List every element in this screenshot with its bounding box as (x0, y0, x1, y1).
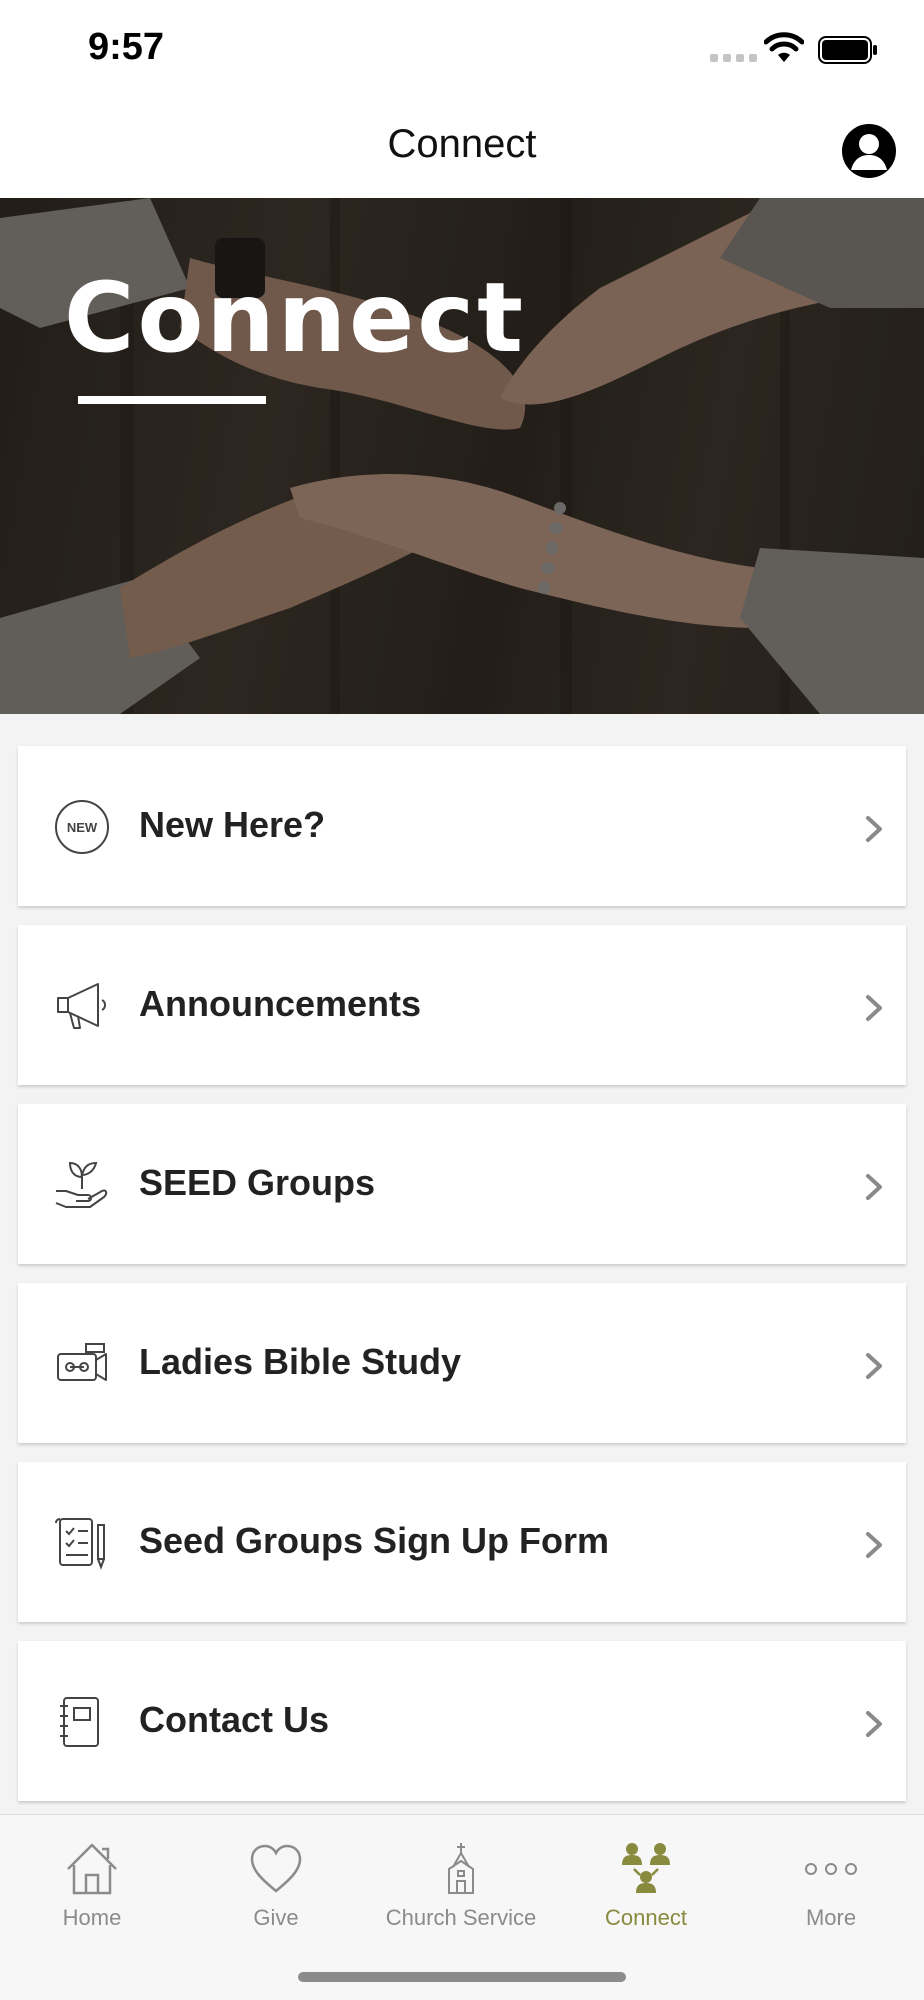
megaphone-icon (57, 983, 106, 1029)
menu-item-label: New Here? (139, 804, 326, 845)
heart-icon (250, 1844, 302, 1893)
form-icon (55, 1518, 105, 1570)
menu-item-seed-groups[interactable]: SEED Groups (18, 1104, 906, 1264)
menu-item-contact-us[interactable]: Contact Us (18, 1641, 906, 1801)
svg-text:NEW: NEW (67, 820, 98, 835)
wifi-icon (764, 32, 804, 62)
battery-icon (818, 36, 877, 64)
menu-item-seed-groups-sign-up-form[interactable]: Seed Groups Sign Up Form (18, 1462, 906, 1622)
status-time: 9:57 (88, 26, 165, 68)
hero-title: Connect (64, 262, 526, 374)
menu-list: NEW New Here? Announcements SEED Groups (18, 746, 906, 1820)
status-bar: 9:57 (0, 0, 924, 100)
tab-more[interactable]: More (739, 1827, 923, 1947)
chevron-right-icon (866, 1353, 882, 1379)
menu-item-new-here[interactable]: NEW New Here? (18, 746, 906, 906)
tab-church-service[interactable]: Church Service (369, 1827, 553, 1947)
contact-book-icon (60, 1697, 99, 1747)
tab-label: Church Service (385, 1905, 537, 1930)
tab-give[interactable]: Give (184, 1827, 368, 1947)
people-icon (622, 1843, 670, 1893)
home-icon (67, 1843, 117, 1895)
video-camera-icon (57, 1343, 107, 1381)
menu-item-ladies-bible-study[interactable]: Ladies Bible Study (18, 1283, 906, 1443)
tab-label: Home (62, 1905, 122, 1930)
tab-label: Connect (605, 1905, 687, 1930)
church-icon (448, 1843, 474, 1894)
tab-home[interactable]: Home (0, 1827, 184, 1947)
menu-item-announcements[interactable]: Announcements (18, 925, 906, 1085)
menu-item-label: Contact Us (139, 1699, 330, 1740)
hero-underline (78, 396, 266, 404)
chevron-right-icon (866, 1532, 882, 1558)
chevron-right-icon (866, 1711, 882, 1737)
home-indicator (298, 1972, 626, 1982)
chevron-right-icon (866, 1174, 882, 1200)
menu-item-label: Ladies Bible Study (139, 1341, 462, 1382)
chevron-right-icon (866, 816, 882, 842)
nav-bar: Connect (0, 100, 924, 198)
tab-label: Give (253, 1905, 299, 1930)
menu-item-label: SEED Groups (139, 1162, 376, 1203)
hero-banner: Connect (0, 198, 924, 714)
more-dots-icon (805, 1863, 857, 1875)
plant-hand-icon (55, 1161, 108, 1208)
tab-connect[interactable]: Connect (554, 1827, 738, 1947)
signal-icon (710, 54, 757, 62)
chevron-right-icon (866, 995, 882, 1021)
tab-label: More (805, 1905, 857, 1930)
page-title: Connect (387, 122, 537, 166)
menu-item-label: Seed Groups Sign Up Form (139, 1520, 610, 1561)
menu-item-label: Announcements (139, 983, 422, 1024)
new-badge-icon: NEW (55, 800, 109, 854)
profile-button[interactable] (842, 124, 896, 178)
user-icon (851, 134, 887, 170)
